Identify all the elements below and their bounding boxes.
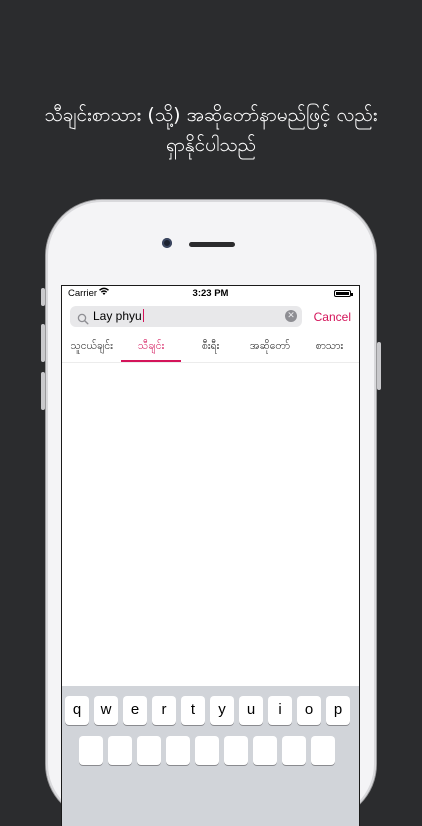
tab-lyrics[interactable]: စာသား bbox=[300, 334, 359, 362]
power-button bbox=[377, 342, 381, 390]
key-blank[interactable] bbox=[137, 736, 161, 765]
key-blank[interactable] bbox=[108, 736, 132, 765]
results-area bbox=[62, 363, 359, 681]
key-blank[interactable] bbox=[311, 736, 335, 765]
status-bar: Carrier 3:23 PM bbox=[62, 286, 359, 302]
keyboard-row-1: q w e r t y u i o p bbox=[65, 696, 350, 725]
tab-series[interactable]: စီးရီး bbox=[181, 334, 240, 362]
key-o[interactable]: o bbox=[297, 696, 321, 725]
tab-friends[interactable]: သူငယ်ချင်း bbox=[62, 334, 121, 362]
key-blank[interactable] bbox=[166, 736, 190, 765]
keyboard: q w e r t y u i o p bbox=[62, 686, 359, 826]
battery-icon bbox=[334, 290, 353, 297]
headline-line-1: သီချင်းစာသား (သို့) အဆိုတော်နာမည်ဖြင့် လ… bbox=[44, 104, 378, 126]
key-t[interactable]: t bbox=[181, 696, 205, 725]
key-y[interactable]: y bbox=[210, 696, 234, 725]
search-icon bbox=[77, 310, 89, 325]
category-tabs: သူငယ်ချင်း သီချင်း စီးရီး အဆိုတော် စာသား bbox=[62, 334, 359, 363]
key-blank[interactable] bbox=[253, 736, 277, 765]
clear-icon[interactable]: ✕ bbox=[285, 310, 297, 322]
key-q[interactable]: q bbox=[65, 696, 89, 725]
key-blank[interactable] bbox=[282, 736, 306, 765]
key-r[interactable]: r bbox=[152, 696, 176, 725]
key-w[interactable]: w bbox=[94, 696, 118, 725]
search-row: Lay phyu ✕ Cancel bbox=[62, 302, 359, 332]
keyboard-row-2 bbox=[79, 736, 335, 765]
mute-switch bbox=[41, 288, 45, 306]
tab-artists[interactable]: အဆိုတော် bbox=[240, 334, 299, 362]
key-e[interactable]: e bbox=[123, 696, 147, 725]
key-p[interactable]: p bbox=[326, 696, 350, 725]
search-value: Lay phyu bbox=[93, 309, 144, 323]
key-blank[interactable] bbox=[224, 736, 248, 765]
key-i[interactable]: i bbox=[268, 696, 292, 725]
tab-songs[interactable]: သီချင်း bbox=[121, 334, 182, 362]
headline: သီချင်းစာသား (သို့) အဆိုတော်နာမည်ဖြင့် လ… bbox=[0, 100, 422, 160]
volume-up-button bbox=[41, 324, 45, 362]
search-input[interactable]: Lay phyu ✕ bbox=[70, 306, 302, 327]
text-caret bbox=[142, 309, 144, 322]
key-u[interactable]: u bbox=[239, 696, 263, 725]
key-blank[interactable] bbox=[79, 736, 103, 765]
front-camera bbox=[162, 238, 172, 248]
headline-line-2: ရှာနိုင်ပါသည် bbox=[166, 134, 256, 156]
volume-down-button bbox=[41, 372, 45, 410]
screen: Carrier 3:23 PM Lay phyu ✕ Cancel သူငယ်ခ… bbox=[62, 286, 359, 826]
cancel-button[interactable]: Cancel bbox=[314, 310, 351, 324]
phone-frame: Carrier 3:23 PM Lay phyu ✕ Cancel သူငယ်ခ… bbox=[41, 200, 381, 826]
key-blank[interactable] bbox=[195, 736, 219, 765]
status-time: 3:23 PM bbox=[192, 288, 229, 299]
earpiece-speaker bbox=[189, 242, 235, 247]
